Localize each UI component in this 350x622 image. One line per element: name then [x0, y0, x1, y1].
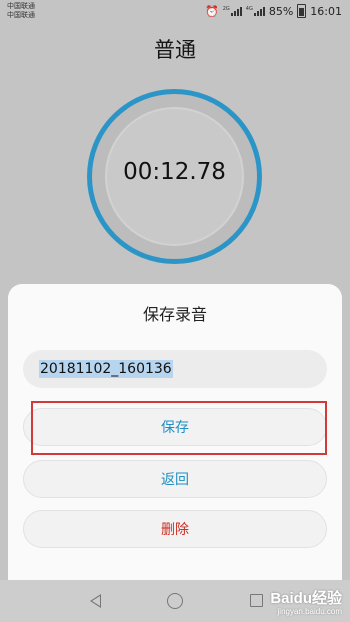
baidu-watermark: Baidu经验 jingyan.baidu.com — [270, 590, 342, 617]
battery-icon — [297, 4, 307, 18]
network-tag-2: 4G — [245, 5, 253, 12]
navigation-bar: Baidu经验 jingyan.baidu.com — [0, 580, 350, 622]
file-name-value[interactable]: 20181102_160136 — [39, 360, 173, 378]
file-name-input[interactable]: 20181102_160136 — [23, 350, 327, 388]
carrier-info: 中国联通 中国联通 — [7, 2, 35, 20]
dialog-title: 保存录音 — [142, 305, 207, 324]
nav-recent-apps-icon[interactable] — [250, 594, 263, 607]
carrier-2-label: 中国联通 — [7, 11, 35, 19]
watermark-url: jingyan.baidu.com — [277, 607, 342, 616]
network-tag-1: 2G — [222, 5, 230, 12]
clock-time: 16:01 — [310, 4, 342, 18]
save-recording-dialog: 保存录音 20181102_160136 保存 返回 删除 — [8, 284, 342, 580]
status-bar: 中国联通 中国联通 ⏰ 2G 4G 85% 16:01 — [0, 0, 350, 26]
back-button[interactable]: 返回 — [23, 460, 327, 498]
signal-icon — [230, 6, 242, 16]
watermark-brand: Baidu经验 — [270, 590, 342, 607]
status-indicators: ⏰ 2G 4G 85% 16:01 — [205, 4, 342, 18]
recording-dial: 00:12.78 — [87, 89, 262, 264]
alarm-clock-icon: ⏰ — [205, 4, 219, 18]
nav-home-icon[interactable] — [167, 593, 183, 609]
nav-back-icon[interactable] — [90, 594, 101, 608]
signal-icon-2 — [253, 6, 265, 16]
carrier-1-label: 中国联通 — [7, 2, 35, 10]
delete-button[interactable]: 删除 — [23, 510, 327, 548]
recording-timer: 00:12.78 — [123, 159, 226, 185]
save-button[interactable]: 保存 — [23, 408, 327, 446]
battery-percent: 85% — [268, 4, 294, 18]
recording-mode-title: 普通 — [154, 38, 196, 62]
